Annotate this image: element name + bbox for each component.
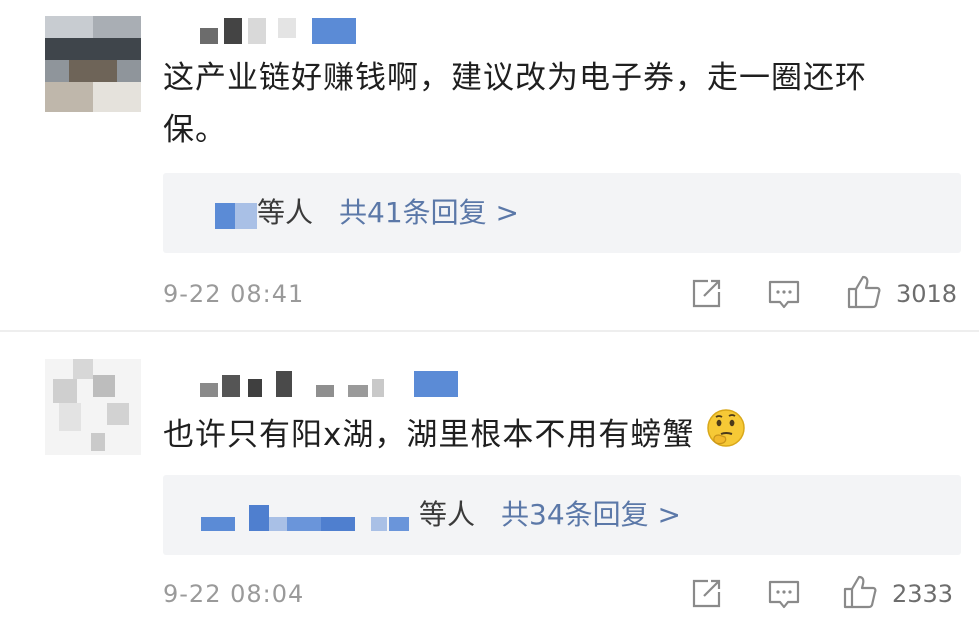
comment-text-line: 这产业链好赚钱啊，建议改为电子券，走一圈还环 bbox=[163, 60, 867, 96]
comment-text-line: 保。 bbox=[163, 112, 227, 148]
comment-icon[interactable] bbox=[766, 277, 802, 313]
comment-text-line: 也许只有阳x湖，湖里根本不用有螃蟹 bbox=[163, 417, 695, 453]
comment-item: 这产业链好赚钱啊，建议改为电子券，走一圈还环 保。 等人 共41条回复 > 9-… bbox=[0, 0, 979, 332]
like-count: 2333 bbox=[892, 580, 954, 608]
reply-count-link[interactable]: 共34条回复 > bbox=[501, 495, 681, 535]
like-thumb-icon[interactable] bbox=[846, 274, 882, 310]
comment-icon[interactable] bbox=[766, 577, 802, 613]
reply-people-label: 等人 bbox=[257, 196, 314, 229]
replies-preview[interactable]: 等人 共41条回复 > bbox=[163, 173, 961, 253]
share-icon[interactable] bbox=[688, 276, 724, 312]
share-icon[interactable] bbox=[688, 576, 724, 612]
avatar[interactable] bbox=[45, 359, 141, 455]
comment-time: 9-22 08:41 bbox=[163, 280, 305, 308]
divider bbox=[0, 330, 979, 332]
thinking-face-icon bbox=[707, 409, 745, 447]
comment-text: 也许只有阳x湖，湖里根本不用有螃蟹 bbox=[163, 407, 963, 461]
comment-item: 也许只有阳x湖，湖里根本不用有螃蟹 等人 共34条回复 > 9-22 08:04 bbox=[0, 333, 979, 618]
like-count: 3018 bbox=[896, 280, 958, 308]
comment-text: 这产业链好赚钱啊，建议改为电子券，走一圈还环 保。 bbox=[163, 52, 963, 156]
comment-time: 9-22 08:04 bbox=[163, 580, 305, 608]
replies-preview[interactable]: 等人 共34条回复 > bbox=[163, 475, 961, 555]
like-thumb-icon[interactable] bbox=[842, 574, 878, 610]
reply-count-link[interactable]: 共41条回复 > bbox=[339, 193, 519, 233]
reply-people-label: 等人 bbox=[419, 498, 476, 531]
avatar[interactable] bbox=[45, 16, 141, 112]
